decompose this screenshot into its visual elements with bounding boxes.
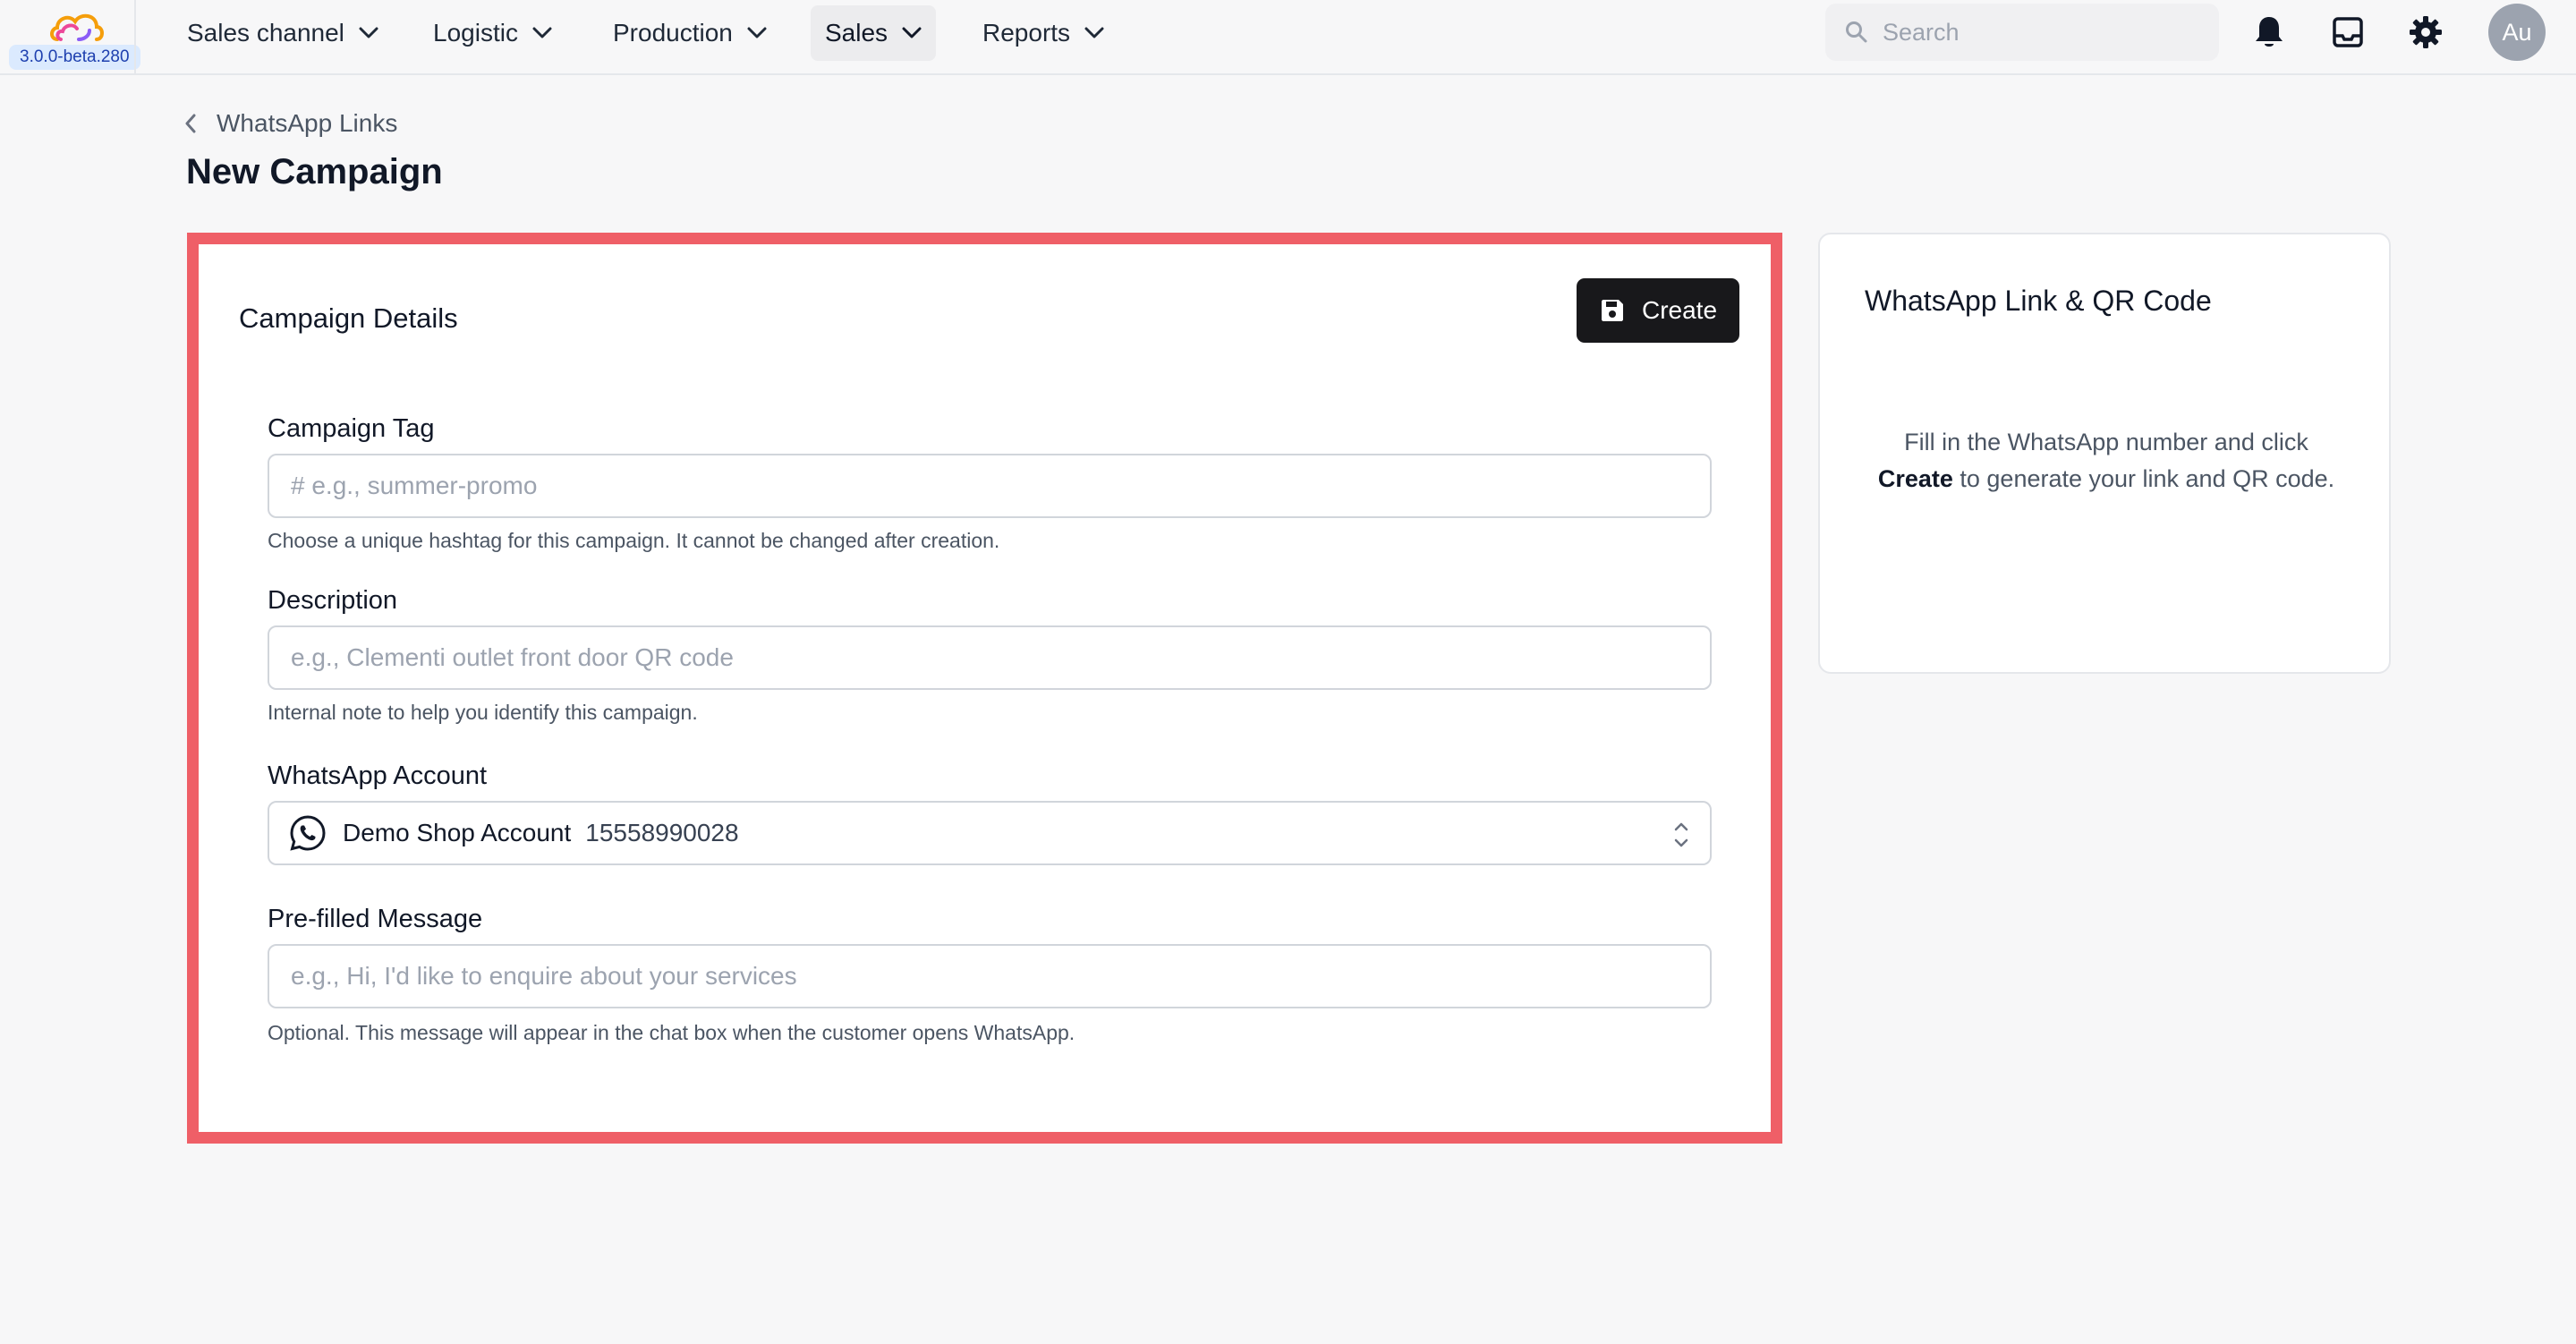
campaign-tag-input[interactable]: [268, 454, 1712, 518]
nav-production[interactable]: Production: [599, 5, 781, 61]
search-box[interactable]: Search: [1825, 4, 2219, 61]
chevron-down-icon: [747, 27, 767, 38]
nav-sales[interactable]: Sales: [811, 5, 937, 61]
prefilled-message-help: Optional. This message will appear in th…: [268, 1021, 1075, 1044]
whatsapp-icon: [290, 815, 326, 851]
cloud-logo-icon: [50, 13, 104, 41]
instructions-create-emphasis: Create: [1877, 465, 1953, 492]
version-badge: 3.0.0-beta.280: [9, 45, 140, 70]
bell-icon: [2256, 17, 2283, 47]
search-placeholder: Search: [1883, 18, 1960, 46]
gear-icon: [2410, 16, 2442, 48]
inbox-button[interactable]: [2328, 13, 2368, 52]
nav-sales-channel[interactable]: Sales channel: [173, 5, 393, 61]
side-card-instructions: Fill in the WhatsApp number and click Cr…: [1874, 424, 2339, 498]
notifications-button[interactable]: [2249, 13, 2289, 52]
whatsapp-account-select[interactable]: Demo Shop Account 15558990028: [268, 801, 1712, 865]
page-title: New Campaign: [186, 152, 443, 191]
campaign-tag-label: Campaign Tag: [268, 414, 435, 443]
chevron-left-icon: [185, 114, 196, 133]
whatsapp-account-label: WhatsApp Account: [268, 761, 488, 790]
selected-account-name: Demo Shop Account: [343, 819, 572, 846]
description-input[interactable]: [268, 625, 1712, 690]
nav-label: Sales: [825, 19, 888, 47]
description-help: Internal note to help you identify this …: [268, 701, 698, 724]
search-icon: [1846, 21, 1867, 43]
instructions-text: to generate your link and QR code.: [1952, 465, 2335, 492]
chevron-down-icon: [532, 27, 552, 38]
card-title: Campaign Details: [239, 302, 458, 334]
chevron-down-icon: [359, 27, 378, 38]
chevron-down-icon: [1084, 27, 1104, 38]
top-navbar: 3.0.0-beta.280 Sales channel Logistic Pr…: [0, 0, 2576, 75]
create-button[interactable]: Create: [1577, 278, 1739, 343]
settings-button[interactable]: [2406, 13, 2445, 52]
user-avatar[interactable]: Au: [2488, 4, 2546, 61]
chevron-down-icon: [902, 27, 922, 38]
description-label: Description: [268, 586, 398, 615]
prefilled-message-label: Pre-filled Message: [268, 905, 483, 933]
create-button-label: Create: [1641, 296, 1718, 324]
breadcrumb-back-link[interactable]: WhatsApp Links: [184, 106, 397, 141]
nav-reports[interactable]: Reports: [968, 5, 1118, 61]
nav-label: Logistic: [433, 19, 518, 47]
whatsapp-link-qr-card: WhatsApp Link & QR Code Fill in the What…: [1818, 233, 2391, 674]
chevron-up-down-icon: [1674, 822, 1688, 847]
campaign-details-card: Campaign Details Create Campaign Tag Cho…: [187, 233, 1782, 1144]
inbox-icon: [2333, 17, 2363, 47]
nav-label: Sales channel: [187, 19, 344, 47]
breadcrumb-label: WhatsApp Links: [217, 109, 398, 137]
prefilled-message-input[interactable]: [268, 944, 1712, 1008]
nav-logistic[interactable]: Logistic: [419, 5, 566, 61]
campaign-tag-help: Choose a unique hashtag for this campaig…: [268, 529, 1000, 552]
save-icon: [1601, 300, 1623, 321]
side-card-title: WhatsApp Link & QR Code: [1865, 285, 2212, 317]
instructions-text: Fill in the WhatsApp number and click: [1904, 429, 2308, 455]
nav-divider: [134, 0, 136, 75]
app-logo[interactable]: 3.0.0-beta.280: [9, 7, 145, 70]
nav-label: Production: [613, 19, 733, 47]
selected-account-number: 15558990028: [585, 819, 739, 846]
nav-label: Reports: [982, 19, 1071, 47]
